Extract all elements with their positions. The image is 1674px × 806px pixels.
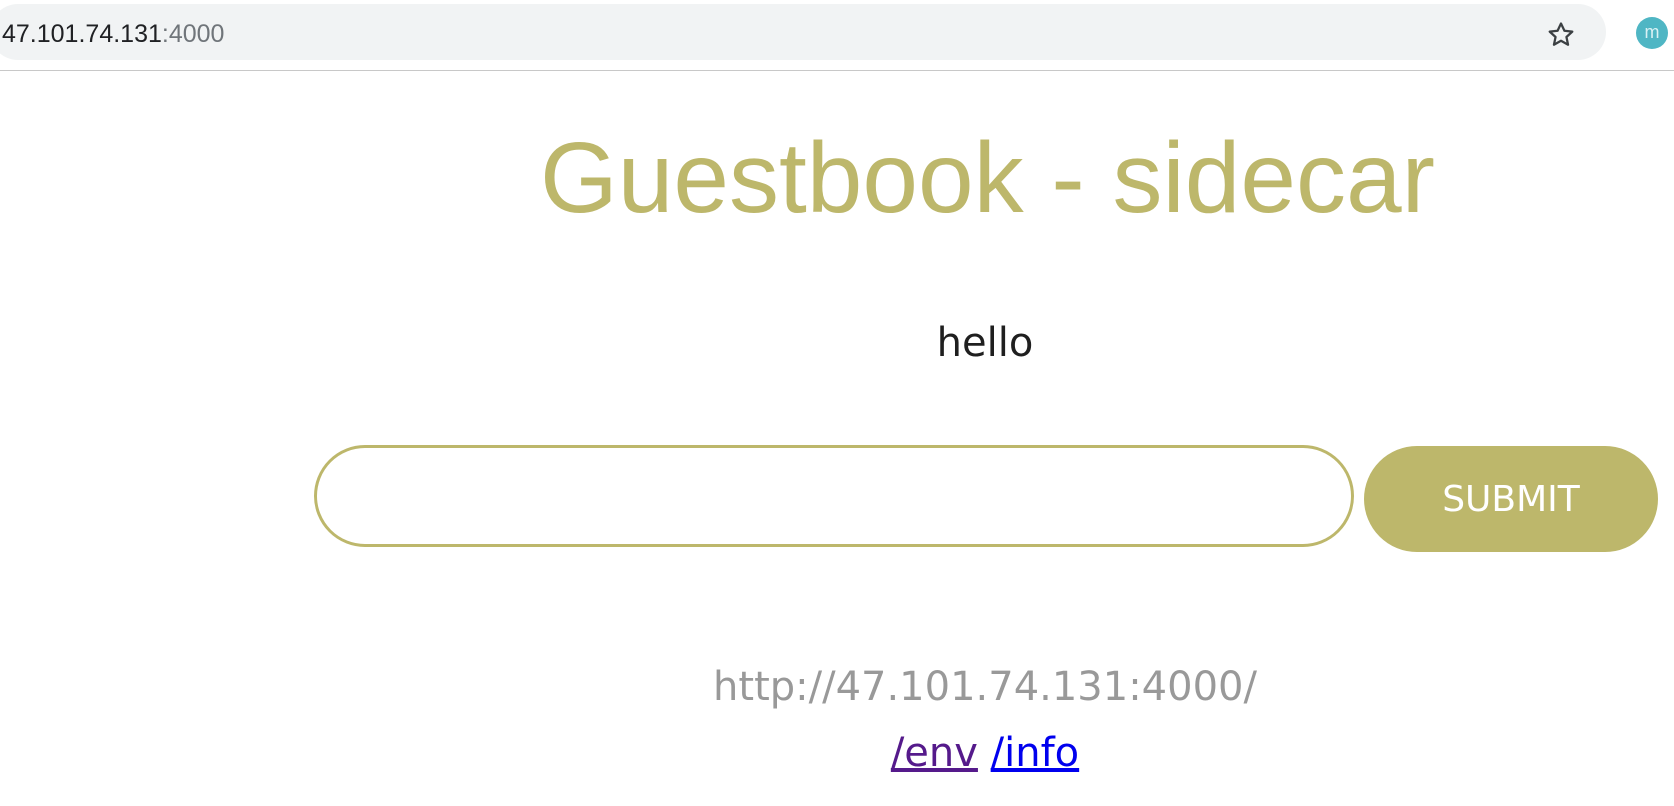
guestbook-entry-input[interactable] [314,445,1354,547]
host-address: http://47.101.74.131:4000/ [713,664,1257,710]
star-icon[interactable] [1546,20,1576,50]
profile-avatar[interactable]: m [1636,17,1668,49]
page-title: Guestbook - sidecar [540,122,1435,234]
url-port: :4000 [161,20,225,48]
submit-button[interactable]: SUBMIT [1364,446,1658,552]
url-host: 47.101.74.131 [2,20,162,48]
address-bar[interactable]: 47.101.74.131:4000 [0,4,1606,60]
browser-toolbar: 47.101.74.131:4000 m [0,0,1674,71]
env-link[interactable]: /env [891,730,978,776]
info-link[interactable]: /info [991,730,1080,776]
guestbook-message: hello [936,320,1034,366]
footer-links: /env /info [800,726,1170,780]
address-bar-url[interactable]: 47.101.74.131:4000 [2,19,224,49]
